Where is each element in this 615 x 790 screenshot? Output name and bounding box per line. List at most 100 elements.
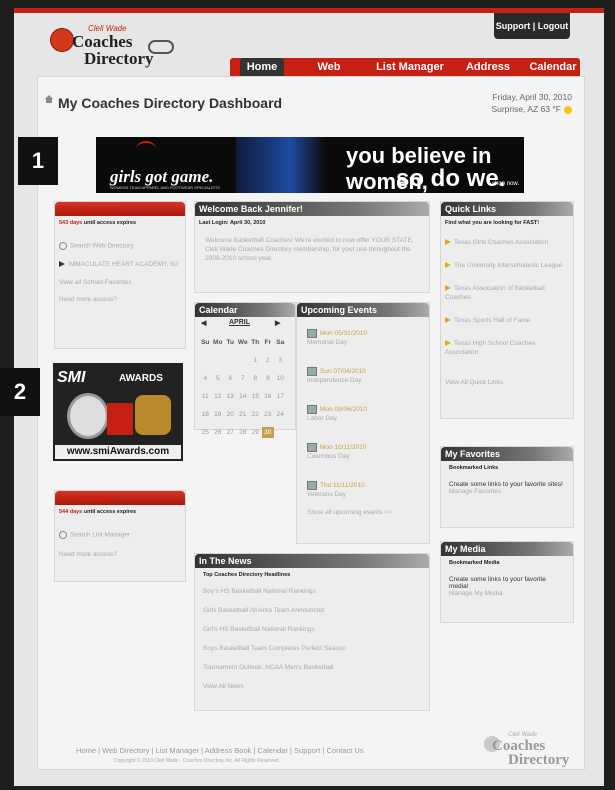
calendar-day[interactable]: 8 — [249, 373, 262, 384]
calendar-day[interactable]: 10 — [274, 373, 287, 384]
calendar-month[interactable]: APRIL — [229, 319, 250, 326]
calendar-day-header: Su — [201, 339, 210, 346]
calendar-day[interactable]: 24 — [274, 409, 287, 420]
smi-awards-ad[interactable]: SMI AWARDS www.smiAwards.com — [53, 363, 183, 461]
quick-link-item[interactable]: The University Interscholastic League — [445, 261, 569, 270]
calendar-day[interactable]: 19 — [212, 409, 225, 420]
quick-link-label: Texas Sports Hall of Fame — [454, 317, 531, 324]
footer-logo[interactable]: Cleli Wade Coaches Directory — [480, 732, 578, 772]
tab-web-directory[interactable]: Web Directory — [292, 58, 366, 91]
calendar-day[interactable]: 6 — [224, 373, 237, 384]
calendar-day[interactable]: 1 — [249, 355, 262, 366]
footer-link-list-manager[interactable]: List Manager — [156, 746, 199, 755]
site-logo[interactable]: Cleli Wade Coaches Directory — [50, 22, 180, 74]
tab-list-manager[interactable]: List Manager — [374, 58, 446, 76]
quick-link-item[interactable]: Texas Girls Coaches Association — [445, 238, 569, 247]
footer-link-web-directory[interactable]: Web Directory — [102, 746, 149, 755]
show-all-events-link[interactable]: Show all upcoming events >> — [307, 509, 419, 516]
calendar-day[interactable]: 4 — [199, 373, 212, 384]
need-more-access-link[interactable]: Need more access? — [59, 296, 181, 303]
tab-home[interactable]: Home — [240, 58, 284, 76]
list-manager-expiry: 544 days until access expires — [59, 509, 181, 515]
footer-link-support[interactable]: Support — [294, 746, 320, 755]
web-directory-days: 543 days — [59, 220, 83, 226]
hoop-graphic — [136, 141, 156, 157]
calendar-day[interactable]: 5 — [212, 373, 225, 384]
calendar-day[interactable]: 11 — [199, 391, 212, 402]
support-logout-link[interactable]: Support | Logout — [494, 13, 570, 39]
footer-link-calendar[interactable]: Calendar — [258, 746, 288, 755]
news-item[interactable]: Girls Basketball All Area Team Announced — [203, 607, 421, 614]
calendar-day-header: Fr — [264, 339, 272, 346]
news-item[interactable]: Boy's HS Basketball National Rankings — [203, 588, 421, 595]
view-school-favorites-link[interactable]: View all School Favorites — [59, 279, 181, 286]
arrow-icon — [445, 285, 451, 292]
event-item[interactable]: Mon 09/06/2010 Labor Day — [307, 405, 419, 423]
quick-link-item[interactable]: Texas High School Coaches Association — [445, 339, 569, 357]
event-item[interactable]: Mon 05/31/2010 Memorial Day — [307, 329, 419, 347]
quick-link-item[interactable]: Texas Association of Basketball Coaches — [445, 284, 569, 302]
manage-media-link[interactable]: Manage My Media — [449, 590, 565, 597]
quick-links-panel: Quick Links Find what you are looking fo… — [440, 201, 574, 419]
calendar-day[interactable]: 7 — [237, 373, 250, 384]
logo-line-2: Directory — [84, 49, 154, 68]
calendar-prev-button[interactable]: ◀ — [201, 319, 206, 327]
news-item[interactable]: Boys Basketball Team Completes Perfect S… — [203, 645, 421, 652]
news-item[interactable]: Tournament Outlook: NCAA Men's Basketbal… — [203, 664, 421, 671]
calendar-day[interactable]: 16 — [262, 391, 275, 402]
calendar-day[interactable]: 3 — [274, 355, 287, 366]
calendar-day[interactable]: 12 — [212, 391, 225, 402]
ad-banner[interactable]: girls got game. WOMENS TEAM APPAREL AND … — [96, 137, 524, 193]
event-name: Veterans Day — [307, 491, 347, 498]
tab-calendar[interactable]: Calendar — [528, 58, 578, 76]
news-item[interactable]: Girl's HS Basketball National Rankings — [203, 626, 421, 633]
footer-link-address-book[interactable]: Address Book — [205, 746, 252, 755]
footer-link-contact-us[interactable]: Contact Us — [327, 746, 364, 755]
home-icon[interactable] — [44, 94, 54, 104]
calendar-day[interactable]: 9 — [262, 373, 275, 384]
calendar-day[interactable]: 21 — [237, 409, 250, 420]
calendar-day-header: Tu — [226, 339, 234, 346]
search-list-manager-link[interactable]: Search List Manager — [59, 531, 181, 539]
manage-favorites-link[interactable]: Manage Favorites — [449, 488, 565, 495]
calendar-next-button[interactable]: ▶ — [275, 319, 280, 327]
calendar-day[interactable]: 26 — [212, 427, 225, 438]
calendar-day[interactable]: 28 — [237, 427, 250, 438]
ring-image — [135, 395, 171, 435]
search-icon — [59, 242, 67, 250]
my-favorites-panel: My Favorites Bookmarked Links Create som… — [440, 446, 574, 528]
banner-cta[interactable]: shop now. — [492, 181, 519, 187]
calendar-day[interactable]: 2 — [262, 355, 275, 366]
calendar-day[interactable]: 22 — [249, 409, 262, 420]
quick-link-label: Texas High School Coaches Association — [445, 340, 536, 356]
calendar-day[interactable]: 17 — [274, 391, 287, 402]
banner-brand-sub: WOMENS TEAM APPAREL AND FOOTWEAR SPECIAL… — [110, 185, 220, 190]
sun-icon — [564, 105, 572, 114]
calendar-day[interactable]: 23 — [262, 409, 275, 420]
favorite-school-link[interactable]: IMMACULATE HEART ACADEMY, NJ — [59, 260, 181, 269]
calendar-day[interactable]: 29 — [249, 427, 262, 438]
event-item[interactable]: Thu 11/11/2010 Veterans Day — [307, 481, 419, 499]
footer-link-home[interactable]: Home — [76, 746, 96, 755]
calendar-day[interactable]: 18 — [199, 409, 212, 420]
calendar-day[interactable]: 27 — [224, 427, 237, 438]
calendar-day[interactable]: 15 — [249, 391, 262, 402]
calendar-day[interactable]: 25 — [199, 427, 212, 438]
search-web-directory-link[interactable]: Search Web Directory — [59, 242, 181, 250]
my-favorites-title: My Favorites — [441, 447, 573, 461]
list-manager-days: 544 days — [59, 509, 83, 515]
view-all-quick-links[interactable]: View All Quick Links — [445, 379, 569, 386]
calendar-day[interactable]: 30 — [261, 427, 274, 438]
event-item[interactable]: Sun 07/04/2010 Independence Day — [307, 367, 419, 385]
search-icon — [59, 531, 67, 539]
calendar-day[interactable]: 20 — [224, 409, 237, 420]
tab-address-book[interactable]: Address Book — [452, 58, 524, 91]
quick-link-item[interactable]: Texas Sports Hall of Fame — [445, 316, 569, 325]
event-item[interactable]: Mon 10/11/2010 Columbus Day — [307, 443, 419, 461]
calendar-day[interactable]: 14 — [237, 391, 250, 402]
smi-url: www.smiAwards.com — [55, 445, 181, 459]
need-more-access-link[interactable]: Need more access? — [59, 551, 181, 558]
calendar-day-header: We — [237, 339, 248, 346]
calendar-day[interactable]: 13 — [224, 391, 237, 402]
view-all-news-link[interactable]: View All News — [203, 683, 421, 690]
